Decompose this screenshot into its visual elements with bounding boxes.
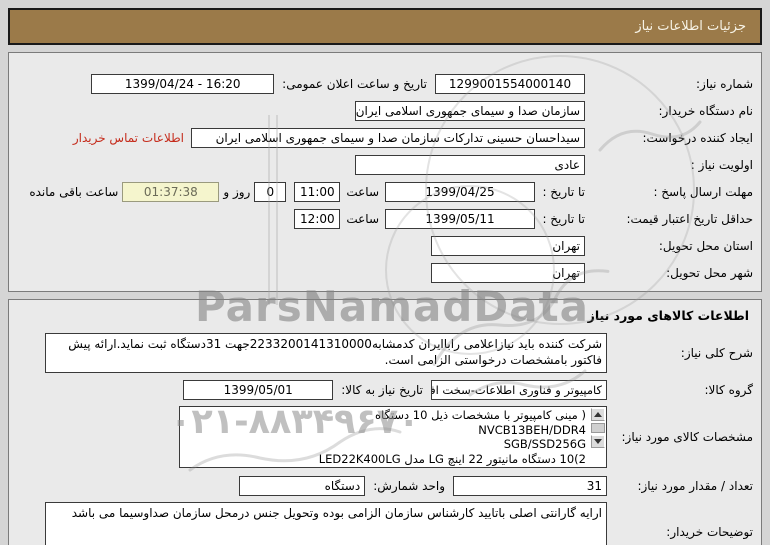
- need-number-field[interactable]: 1299001554000140: [435, 73, 585, 94]
- row-buyer-notes: توضیحات خریدار: ارایه گارانتی اصلی باتای…: [17, 502, 753, 545]
- row-response-deadline: مهلت ارسال پاسخ : تا تاریخ : 1399/04/25 …: [17, 181, 753, 202]
- row-need-number: شماره نیاز: 1299001554000140 تاریخ و ساع…: [17, 73, 753, 94]
- deadline-time-field[interactable]: 11:00: [294, 181, 341, 202]
- delivery-province-label: استان محل تحویل:: [658, 238, 753, 253]
- delivery-city-label: شهر محل تحویل:: [666, 265, 753, 280]
- list-item[interactable]: NVCB13BEH/DDR4: [184, 423, 586, 438]
- days-and-label: روز و: [223, 184, 251, 199]
- row-quantity: تعداد / مقدار مورد نیاز: 31 واحد شمارش: …: [17, 475, 753, 496]
- unit-label: واحد شمارش:: [373, 478, 445, 493]
- until-date-label: تا تاریخ :: [542, 211, 585, 226]
- priority-label: اولویت نیاز :: [690, 157, 753, 172]
- goods-group-field[interactable]: کامپیوتر و فناوری اطلاعات-سخت افزار: [431, 379, 607, 400]
- specs-listbox[interactable]: ( مینی کامپیوتر با مشخصات ذیل 10 دستگاه …: [179, 406, 607, 468]
- days-remaining-field[interactable]: 0: [254, 181, 287, 202]
- buyer-org-field[interactable]: سازمان صدا و سیمای جمهوری اسلامی ایران: [355, 100, 585, 121]
- need-date-field[interactable]: 1399/05/01: [183, 379, 334, 400]
- priority-field[interactable]: عادی: [355, 154, 585, 175]
- list-item[interactable]: 2)10 دستگاه مانیتور 22 اینچ LG مدل LED22…: [184, 452, 586, 467]
- hour-label: ساعت: [346, 211, 379, 226]
- buyer-org-label: نام دستگاه خریدار:: [658, 103, 754, 118]
- goods-section-title: اطلاعات کالاهای مورد نیاز: [587, 308, 749, 323]
- buyer-contact-link[interactable]: اطلاعات تماس خریدار: [73, 131, 184, 145]
- list-item[interactable]: SGB/SSD256G: [184, 437, 586, 452]
- delivery-city-field[interactable]: تهران: [431, 262, 585, 283]
- countdown-timer: 01:37:38: [122, 181, 220, 202]
- page-title: جزئیات اطلاعات نیاز: [635, 19, 746, 34]
- row-goods-group: گروه کالا: کامپیوتر و فناوری اطلاعات-سخت…: [17, 379, 753, 400]
- row-priority: اولویت نیاز : عادی: [17, 154, 753, 175]
- hour-label: ساعت: [346, 184, 379, 199]
- scroll-down-button[interactable]: [591, 435, 605, 448]
- row-delivery-city: شهر محل تحویل: تهران: [17, 262, 753, 283]
- price-validity-label: حداقل تاریخ اعتبار قیمت:: [626, 211, 753, 226]
- goods-info-panel: اطلاعات کالاهای مورد نیاز شرح کلی نیاز: …: [8, 299, 762, 545]
- until-date-label: تا تاریخ :: [542, 184, 585, 199]
- need-number-label: شماره نیاز:: [696, 76, 753, 91]
- need-info-panel: شماره نیاز: 1299001554000140 تاریخ و ساع…: [8, 52, 762, 292]
- validity-date-field[interactable]: 1399/05/11: [385, 208, 535, 229]
- triangle-up-icon: [594, 412, 602, 417]
- request-creator-label: ایجاد کننده درخواست:: [642, 130, 753, 145]
- unit-field[interactable]: دستگاه: [239, 475, 366, 496]
- announce-datetime-label: تاریخ و ساعت اعلان عمومی:: [282, 76, 427, 91]
- delivery-province-field[interactable]: تهران: [431, 235, 585, 256]
- listbox-scrollbar[interactable]: [591, 408, 605, 466]
- buyer-notes-textarea[interactable]: ارایه گارانتی اصلی باتایید کارشناس سازما…: [45, 502, 607, 545]
- need-date-label: تاریخ نیاز به کالا:: [341, 382, 423, 397]
- page-title-bar: جزئیات اطلاعات نیاز: [8, 8, 762, 45]
- row-goods-specs: مشخصات کالای مورد نیاز: ( مینی کامپیوتر …: [17, 406, 753, 468]
- response-deadline-label: مهلت ارسال پاسخ :: [653, 184, 753, 199]
- scroll-up-button[interactable]: [591, 408, 605, 421]
- goods-group-label: گروه کالا:: [704, 382, 754, 397]
- row-buyer-org: نام دستگاه خریدار: سازمان صدا و سیمای جم…: [17, 100, 753, 121]
- row-request-creator: ایجاد کننده درخواست: سیداحسان حسینی تدار…: [17, 127, 753, 148]
- deadline-date-field[interactable]: 1399/04/25: [385, 181, 535, 202]
- quantity-field[interactable]: 31: [453, 475, 607, 496]
- request-creator-field[interactable]: سیداحسان حسینی تدارکات سازمان صدا و سیما…: [191, 127, 585, 148]
- overall-description-label: شرح کلی نیاز:: [680, 346, 753, 360]
- hours-remaining-label: ساعت باقی مانده: [29, 184, 119, 199]
- buyer-notes-label: توضیحات خریدار:: [666, 525, 753, 539]
- announce-datetime-field[interactable]: 1399/04/24 - 16:20: [91, 73, 275, 94]
- quantity-label: تعداد / مقدار مورد نیاز:: [637, 478, 753, 493]
- overall-description-textarea[interactable]: شرکت کننده باید نیازاعلامی راباایران کدم…: [45, 333, 607, 373]
- scrollbar-thumb[interactable]: [591, 423, 605, 433]
- list-item[interactable]: ( مینی کامپیوتر با مشخصات ذیل 10 دستگاه: [184, 408, 586, 423]
- row-delivery-province: استان محل تحویل: تهران: [17, 235, 753, 256]
- row-overall-description: شرح کلی نیاز: شرکت کننده باید نیازاعلامی…: [17, 333, 753, 373]
- goods-specs-label: مشخصات کالای مورد نیاز:: [621, 430, 753, 444]
- row-price-validity: حداقل تاریخ اعتبار قیمت: تا تاریخ : 1399…: [17, 208, 753, 229]
- triangle-down-icon: [594, 439, 602, 444]
- validity-time-field[interactable]: 12:00: [294, 208, 341, 229]
- page: جزئیات اطلاعات نیاز شماره نیاز: 12990015…: [0, 0, 770, 545]
